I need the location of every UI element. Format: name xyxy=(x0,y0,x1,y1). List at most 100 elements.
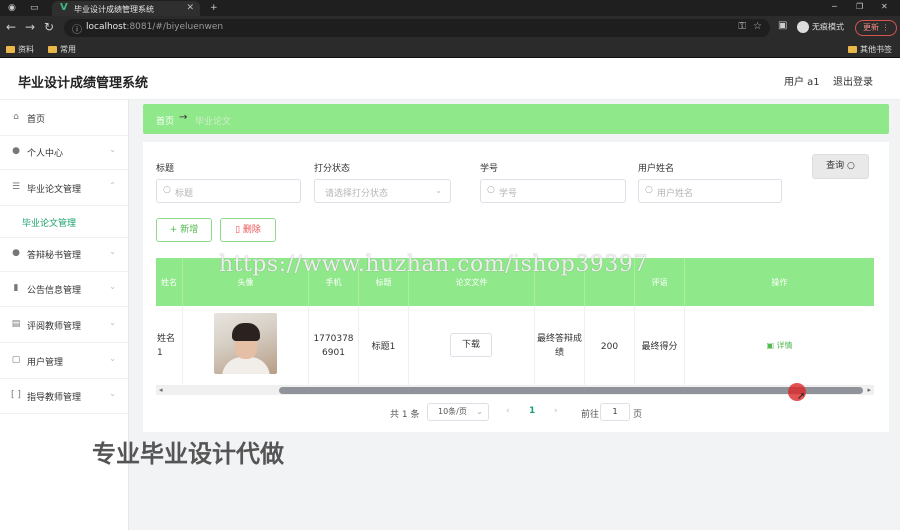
delete-button[interactable]: ▯ 删除 xyxy=(220,218,276,242)
incognito-profile[interactable]: 无痕模式 xyxy=(797,21,844,33)
download-label: 下载 xyxy=(461,340,480,350)
incognito-icon xyxy=(797,21,809,33)
breadcrumb: 首页 → 毕业论文 xyxy=(143,104,889,134)
result-value: 最终答辩成绩 xyxy=(537,334,583,358)
status-select[interactable]: 请选择打分状态 ⌄ xyxy=(314,179,451,203)
mouse-pointer-icon: ➚ xyxy=(797,391,806,402)
url-field[interactable]: ⓘ localhost:8081/#/biyeluenwen ⚿ ☆ xyxy=(64,19,770,37)
sidebar-item-label: 指导教师管理 xyxy=(27,393,82,403)
new-tab-icon[interactable]: + xyxy=(210,3,218,13)
title-placeholder: 标题 xyxy=(175,189,194,199)
user-name-input[interactable]: ○ 用户姓名 xyxy=(638,179,782,203)
avatar xyxy=(214,313,277,374)
sidebar-item-profile[interactable]: ● 个人中心 ⌄ xyxy=(0,134,128,170)
avatar-cell xyxy=(183,306,309,386)
column-header-label: 头像 xyxy=(237,278,254,287)
address-bar: ← → ↻ ⓘ localhost:8081/#/biyeluenwen ⚿ ☆… xyxy=(0,16,900,40)
student-no-placeholder: 学号 xyxy=(499,189,518,199)
sidebar-item-reviewer[interactable]: ▤ 评阅教师管理 ⌄ xyxy=(0,307,128,343)
chevron-up-icon: ⌃ xyxy=(109,181,116,190)
download-button[interactable]: 下载 xyxy=(450,333,492,357)
title-search-input[interactable]: ○ 标题 xyxy=(156,179,301,203)
student-no-filter-label: 学号 xyxy=(480,164,499,174)
student-no-input[interactable]: ○ 学号 xyxy=(480,179,626,203)
star-icon[interactable]: ☆ xyxy=(753,21,762,32)
sidebar-item-notice[interactable]: ▮ 公告信息管理 ⌄ xyxy=(0,271,128,307)
chevron-down-icon: ⌄ xyxy=(109,354,116,363)
update-button[interactable]: 更新 ⋮ xyxy=(855,20,897,36)
minimize-icon[interactable]: ─ xyxy=(832,2,837,11)
scroll-left-icon[interactable]: ◂ xyxy=(159,386,163,394)
phone-cell: 17703786901 xyxy=(309,306,359,386)
scroll-right-icon[interactable]: ▸ xyxy=(867,386,871,394)
file-cell: 下载 xyxy=(409,306,535,386)
window-icon: ▢ xyxy=(11,355,21,365)
sidebar-item-secretary[interactable]: ● 答辩秘书管理 ⌄ xyxy=(0,236,128,272)
table-scrollbar[interactable]: ◂ ▸ xyxy=(156,386,874,395)
key-icon[interactable]: ⚿ xyxy=(738,21,746,32)
chevron-down-icon: ⌄ xyxy=(109,247,116,256)
sidebar-item-home[interactable]: ⌂ 首页 xyxy=(0,100,128,136)
sidepanel-icon[interactable]: ▣ xyxy=(778,20,787,31)
name-value: 姓名1 xyxy=(157,334,176,358)
chevron-down-icon: ⌄ xyxy=(109,318,116,327)
add-button[interactable]: + 新增 xyxy=(156,218,212,242)
sidebar-item-label: 评阅教师管理 xyxy=(27,322,82,332)
sidebar-item-label: 答辩秘书管理 xyxy=(27,251,82,261)
goto-page-input[interactable]: 1 xyxy=(600,403,630,421)
detail-link[interactable]: ▣ 详情 xyxy=(685,340,874,351)
reload-icon[interactable]: ↻ xyxy=(44,20,54,34)
browser-menu-icon[interactable]: ◉ xyxy=(8,3,16,13)
comment-value: 最终得分 xyxy=(641,342,678,352)
goto-value: 1 xyxy=(612,407,618,416)
folder-icon xyxy=(848,46,857,53)
forward-icon[interactable]: → xyxy=(25,20,35,34)
search-icon: ○ xyxy=(163,185,171,195)
search-icon: ○ xyxy=(847,161,855,171)
column-header-label: 论文文件 xyxy=(455,278,488,287)
sidebar-item-users[interactable]: ▢ 用户管理 ⌄ xyxy=(0,343,128,379)
folder-icon xyxy=(6,46,15,53)
back-icon[interactable]: ← xyxy=(6,20,16,34)
page-size-select[interactable]: 10条/页 ⌄ xyxy=(427,403,489,421)
url-host: localhost xyxy=(86,22,127,32)
breadcrumb-home[interactable]: 首页 xyxy=(156,114,174,127)
vue-logo-icon: V xyxy=(60,2,68,13)
window-close-icon[interactable]: ✕ xyxy=(881,2,888,11)
sidebar-item-advisor[interactable]: [ ] 指导教师管理 ⌄ xyxy=(0,378,128,414)
bookmarks-bar: 资料 常用 其他书签 xyxy=(0,40,900,58)
status-filter-label: 打分状态 xyxy=(314,164,351,174)
query-label: 查询 xyxy=(826,161,845,171)
next-page-icon[interactable]: › xyxy=(554,406,558,416)
restore-icon[interactable]: ❐ xyxy=(856,2,863,11)
query-button[interactable]: 查询 ○ xyxy=(812,154,869,179)
folder-icon xyxy=(48,46,57,53)
trash-icon: ▯ xyxy=(235,225,241,235)
close-icon[interactable]: ✕ xyxy=(186,3,194,13)
action-cell: ▣ 详情 xyxy=(685,306,874,386)
tab-list-icon[interactable]: ▭ xyxy=(30,3,39,13)
logout-link[interactable]: 退出登录 xyxy=(833,73,873,88)
bookmark-folder[interactable]: 资料 xyxy=(6,44,34,55)
detail-label: 详情 xyxy=(776,341,793,350)
other-bookmarks[interactable]: 其他书签 xyxy=(848,44,892,55)
user-name-placeholder: 用户姓名 xyxy=(657,189,694,199)
column-header-label: 操作 xyxy=(771,278,788,287)
app-header: 毕业设计成绩管理系统 用户 a1 退出登录 xyxy=(0,58,900,100)
sidebar-item-label: 公告信息管理 xyxy=(27,286,82,296)
update-label: 更新 xyxy=(863,23,879,32)
other-bookmarks-label: 其他书签 xyxy=(860,45,892,54)
comment-cell: 最终得分 xyxy=(635,306,685,386)
browser-tab[interactable]: V 毕业设计成绩管理系统 ✕ xyxy=(52,1,200,16)
prev-page-icon[interactable]: ‹ xyxy=(506,406,510,416)
sidebar-subitem-thesis[interactable]: 毕业论文管理 xyxy=(0,204,128,238)
column-header: 操作 xyxy=(685,258,874,306)
current-page[interactable]: 1 xyxy=(529,406,535,416)
bookmark-folder[interactable]: 常用 xyxy=(48,44,76,55)
scrollbar-thumb[interactable] xyxy=(279,387,863,394)
current-user: 用户 a1 xyxy=(784,77,820,88)
sidebar-item-thesis[interactable]: ☰ 毕业论文管理 ⌃ xyxy=(0,170,128,206)
info-icon[interactable]: ⓘ xyxy=(72,21,82,36)
bracket-icon: [ ] xyxy=(11,390,21,400)
app-title: 毕业设计成绩管理系统 xyxy=(18,76,149,91)
